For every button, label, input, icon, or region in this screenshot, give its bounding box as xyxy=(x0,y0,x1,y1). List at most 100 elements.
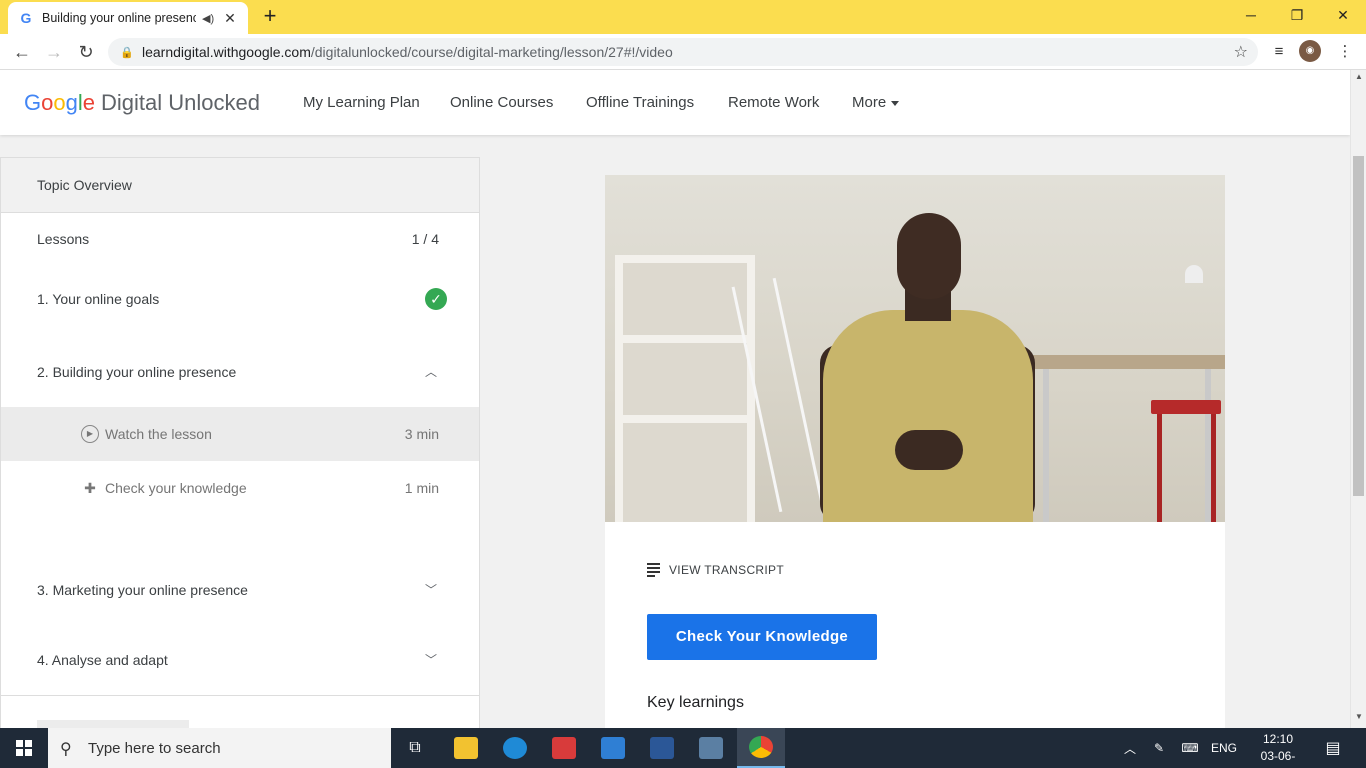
language-indicator[interactable]: ENG xyxy=(1208,728,1240,768)
reload-button[interactable]: ↻ xyxy=(74,40,98,64)
topic-overview[interactable]: Topic Overview xyxy=(1,158,479,213)
lesson-item-3[interactable]: 3. Marketing your online presence ﹀ xyxy=(37,581,447,598)
chevron-down-icon[interactable]: ﹀ xyxy=(423,651,439,668)
video-scene-stool-leg xyxy=(1157,414,1162,522)
scroll-thumb[interactable] xyxy=(1353,156,1364,496)
lesson-sidebar: Topic Overview Lessons 1 / 4 1. Your onl… xyxy=(0,157,480,728)
desktop-app[interactable] xyxy=(687,728,735,768)
windows-taskbar: ⚲ Type here to search ⧉ ︿ ✎ ⌨ ENG 12:10 … xyxy=(0,728,1366,768)
site-header: Google Digital Unlocked My Learning Plan… xyxy=(0,70,1350,135)
file-explorer-app[interactable] xyxy=(442,728,490,768)
clock-time: 12:10 xyxy=(1262,732,1294,746)
video-presenter-body xyxy=(823,310,1033,522)
pen-icon[interactable]: ✎ xyxy=(1148,728,1170,768)
gift-app[interactable] xyxy=(540,728,588,768)
gift-icon xyxy=(552,737,576,759)
restore-button[interactable]: ❐ xyxy=(1274,0,1320,30)
task-view-button[interactable]: ⧉ xyxy=(391,728,439,768)
lesson-item-2[interactable]: 2. Building your online presence ︿ xyxy=(37,363,447,380)
site-logo[interactable]: Google Digital Unlocked xyxy=(24,90,260,116)
nav-online-courses[interactable]: Online Courses xyxy=(450,94,553,111)
tray-expand-icon[interactable]: ︿ xyxy=(1120,728,1140,768)
computer-icon xyxy=(699,737,723,759)
subitem-watch-lesson[interactable]: ▶ Watch the lesson 3 min xyxy=(81,425,439,443)
browser-toolbar: ← → ↻ 🔒 learndigital.withgoogle.com/digi… xyxy=(0,34,1366,70)
transcript-icon xyxy=(647,561,660,579)
check-your-knowledge-button[interactable]: Check Your Knowledge xyxy=(647,614,877,660)
page-content: Google Digital Unlocked My Learning Plan… xyxy=(0,70,1350,728)
lesson-item-1[interactable]: 1. Your online goals ✓ xyxy=(37,288,447,310)
lesson-video-player[interactable] xyxy=(605,175,1225,522)
play-circle-icon: ▶ xyxy=(81,425,99,443)
chrome-app[interactable] xyxy=(737,728,785,768)
lesson-label: 3. Marketing your online presence xyxy=(37,581,248,598)
lesson-label: 1. Your online goals xyxy=(37,291,160,307)
chrome-icon xyxy=(749,736,773,758)
back-button[interactable]: ← xyxy=(10,40,34,64)
speaker-icon[interactable]: ◀) xyxy=(202,12,216,25)
mail-app[interactable] xyxy=(589,728,637,768)
video-scene-desk xyxy=(1033,355,1225,369)
subitem-check-knowledge[interactable]: ✚ Check your knowledge 1 min xyxy=(81,479,439,497)
close-window-button[interactable]: ✕ xyxy=(1320,0,1366,30)
system-clock[interactable]: 12:10 03-06-2020 xyxy=(1250,731,1306,768)
start-button[interactable] xyxy=(0,728,48,768)
scroll-down-arrow-icon[interactable]: ▼ xyxy=(1351,712,1366,726)
product-name: Digital Unlocked xyxy=(101,90,260,115)
browser-tab[interactable]: G Building your online presenc ◀) ✕ xyxy=(8,2,248,34)
page-scrollbar[interactable]: ▲ ▼ xyxy=(1350,70,1366,728)
key-learnings-heading: Key learnings xyxy=(647,694,744,711)
windows-logo-icon xyxy=(16,740,32,756)
lessons-progress: 1 / 4 xyxy=(411,231,439,247)
folder-icon xyxy=(454,737,478,759)
edge-app[interactable] xyxy=(491,728,539,768)
media-control-icon[interactable]: ≡ xyxy=(1266,40,1292,64)
nav-remote-work[interactable]: Remote Work xyxy=(728,94,819,111)
video-scene-shelf-board xyxy=(615,415,755,423)
lessons-label: Lessons xyxy=(37,231,90,247)
tab-title: Building your online presenc xyxy=(42,11,196,25)
video-scene-shelf-board xyxy=(615,335,755,343)
mail-icon xyxy=(601,737,625,759)
notification-icon[interactable]: ▤ xyxy=(1318,728,1348,768)
view-transcript-label: VIEW TRANSCRIPT xyxy=(669,563,784,577)
video-presenter-head xyxy=(897,213,961,299)
keyboard-icon[interactable]: ⌨ xyxy=(1176,728,1204,768)
nav-offline-trainings[interactable]: Offline Trainings xyxy=(586,94,694,111)
video-scene-lamp xyxy=(1185,265,1203,283)
close-tab-icon[interactable]: ✕ xyxy=(222,10,238,27)
nav-my-learning-plan[interactable]: My Learning Plan xyxy=(303,94,420,111)
minimize-button[interactable]: ─ xyxy=(1228,0,1274,30)
avatar: ◉ xyxy=(1299,40,1321,62)
edge-icon xyxy=(503,737,527,759)
google-logo-text: Google xyxy=(24,90,96,115)
menu-kebab-icon[interactable]: ⋮ xyxy=(1332,40,1358,64)
profile-avatar-button[interactable]: ◉ xyxy=(1299,40,1325,64)
new-tab-button[interactable]: + xyxy=(258,4,282,28)
lock-icon: 🔒 xyxy=(120,47,134,59)
address-bar[interactable]: 🔒 learndigital.withgoogle.com/digitalunl… xyxy=(108,38,1258,66)
search-icon: ⚲ xyxy=(60,741,72,758)
lesson-label: 4. Analyse and adapt xyxy=(37,651,168,668)
video-scene-desk-leg xyxy=(1043,369,1049,522)
video-scene-stool xyxy=(1151,400,1221,414)
google-favicon-icon: G xyxy=(20,10,32,26)
url-path: /digitalunlocked/course/digital-marketin… xyxy=(310,44,673,60)
bookmark-star-icon[interactable]: ☆ xyxy=(1234,42,1248,62)
nav-more[interactable]: More xyxy=(852,94,900,111)
chevron-down-icon[interactable]: ﹀ xyxy=(423,581,439,598)
browser-titlebar: G Building your online presenc ◀) ✕ + ─ … xyxy=(0,0,1366,34)
taskbar-search[interactable]: ⚲ Type here to search xyxy=(48,728,391,768)
lesson-item-4[interactable]: 4. Analyse and adapt ﹀ xyxy=(37,651,447,668)
word-icon xyxy=(650,737,674,759)
divider xyxy=(1,695,479,696)
chevron-up-icon[interactable]: ︿ xyxy=(423,363,439,380)
word-app[interactable] xyxy=(638,728,686,768)
search-placeholder: Type here to search xyxy=(88,739,221,757)
view-transcript-link[interactable]: VIEW TRANSCRIPT xyxy=(647,561,784,579)
scroll-up-arrow-icon[interactable]: ▲ xyxy=(1351,72,1366,86)
checkmark-icon: ✓ xyxy=(425,288,447,310)
forward-button[interactable]: → xyxy=(42,40,66,64)
subitem-label: Watch the lesson xyxy=(105,426,212,442)
video-presenter-hands xyxy=(895,430,963,470)
